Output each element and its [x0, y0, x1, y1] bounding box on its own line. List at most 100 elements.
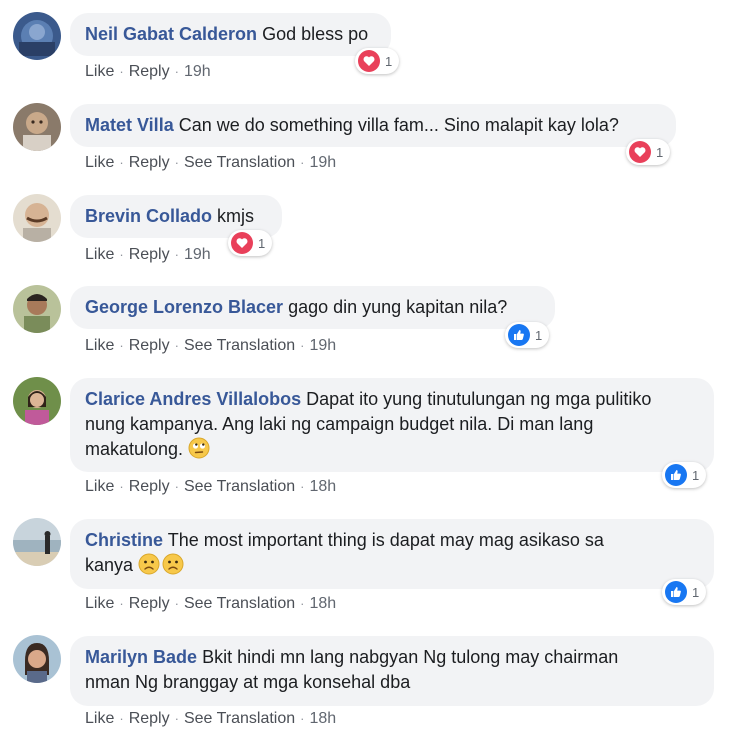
thumbs-up-icon [665, 581, 687, 603]
like-link[interactable]: Like [85, 595, 114, 612]
reply-link[interactable]: Reply [129, 246, 170, 263]
separator-dot: · [174, 64, 179, 79]
author-name[interactable]: Clarice Andres Villalobos [85, 389, 301, 409]
reaction-count[interactable]: 1 [505, 322, 550, 348]
comment-text-line: Bkit hindi mn lang nabgyan Ng tulong may… [202, 647, 619, 667]
comment-actions: Like · Reply · See Translation · 18h [85, 478, 336, 496]
avatar[interactable] [13, 285, 61, 333]
comment-text: God bless po [262, 24, 369, 44]
heart-icon [358, 50, 380, 72]
reply-link[interactable]: Reply [129, 337, 170, 354]
separator-dot: · [119, 479, 124, 494]
separator-dot: · [300, 338, 305, 353]
face-with-rolling-eyes-icon [188, 437, 210, 459]
see-translation-link[interactable]: See Translation [184, 337, 295, 354]
comment-text-line: makatulong. [85, 439, 184, 459]
author-name[interactable]: Matet Villa [85, 115, 174, 135]
author-name[interactable]: Brevin Collado [85, 206, 212, 226]
like-link[interactable]: Like [85, 478, 114, 495]
reaction-count[interactable]: 1 [355, 48, 400, 74]
timestamp[interactable]: 19h [184, 246, 211, 263]
separator-dot: · [300, 155, 305, 170]
comment-text: Can we do something villa fam... Sino ma… [178, 115, 619, 135]
reply-link[interactable]: Reply [129, 478, 170, 495]
separator-dot: · [174, 711, 179, 726]
reply-link[interactable]: Reply [129, 63, 170, 80]
reply-link[interactable]: Reply [129, 154, 170, 171]
comment-actions: Like · Reply · See Translation · 19h [85, 337, 336, 355]
avatar[interactable] [13, 377, 61, 425]
frowning-face-icon [138, 553, 160, 575]
avatar[interactable] [13, 12, 61, 60]
separator-dot: · [174, 479, 179, 494]
separator-dot: · [300, 479, 305, 494]
reaction-count[interactable]: 1 [228, 230, 273, 256]
comment-bubble: Christine The most important thing is da… [70, 519, 714, 589]
comment-text: kmjs [217, 206, 255, 226]
comment-actions: Like · Reply · 19h [85, 63, 211, 81]
comment-text-line: kanya [85, 555, 134, 575]
separator-dot: · [119, 247, 124, 262]
comment-bubble: George Lorenzo Blacer gago din yung kapi… [70, 286, 555, 329]
separator-dot: · [119, 711, 124, 726]
author-name[interactable]: Neil Gabat Calderon [85, 24, 257, 44]
author-name[interactable]: Christine [85, 530, 163, 550]
timestamp[interactable]: 18h [309, 595, 336, 612]
reaction-number: 1 [692, 584, 700, 600]
avatar[interactable] [13, 194, 61, 242]
frowning-face-icon [162, 553, 184, 575]
comment-bubble: Matet Villa Can we do something villa fa… [70, 104, 676, 147]
like-link[interactable]: Like [85, 63, 114, 80]
see-translation-link[interactable]: See Translation [184, 710, 295, 727]
author-name[interactable]: Marilyn Bade [85, 647, 197, 667]
separator-dot: · [300, 711, 305, 726]
comment-text-line: nman Ng branggay at mga konsehal dba [85, 672, 411, 692]
reaction-count[interactable]: 1 [626, 139, 671, 165]
author-name[interactable]: George Lorenzo Blacer [85, 297, 283, 317]
timestamp[interactable]: 19h [184, 63, 211, 80]
reply-link[interactable]: Reply [129, 710, 170, 727]
thumbs-up-icon [665, 464, 687, 486]
avatar[interactable] [13, 103, 61, 151]
separator-dot: · [174, 596, 179, 611]
comment-text: gago din yung kapitan nila? [288, 297, 508, 317]
reaction-number: 1 [692, 467, 700, 483]
avatar[interactable] [13, 518, 61, 566]
separator-dot: · [119, 155, 124, 170]
separator-dot: · [119, 64, 124, 79]
comment-bubble: Clarice Andres Villalobos Dapat ito yung… [70, 378, 714, 472]
avatar[interactable] [13, 635, 61, 683]
reaction-number: 1 [656, 144, 664, 160]
reply-link[interactable]: Reply [129, 595, 170, 612]
comment-actions: Like · Reply · See Translation · 19h [85, 154, 336, 172]
timestamp[interactable]: 19h [309, 154, 336, 171]
see-translation-link[interactable]: See Translation [184, 154, 295, 171]
separator-dot: · [119, 338, 124, 353]
reaction-number: 1 [535, 327, 543, 343]
comment-bubble: Marilyn Bade Bkit hindi mn lang nabgyan … [70, 636, 714, 706]
comment-text-line: The most important thing is dapat may ma… [167, 530, 604, 550]
comment-bubble: Neil Gabat Calderon God bless po [70, 13, 391, 56]
like-link[interactable]: Like [85, 246, 114, 263]
see-translation-link[interactable]: See Translation [184, 595, 295, 612]
separator-dot: · [119, 596, 124, 611]
timestamp[interactable]: 18h [309, 478, 336, 495]
separator-dot: · [174, 247, 179, 262]
separator-dot: · [300, 596, 305, 611]
timestamp[interactable]: 19h [309, 337, 336, 354]
reaction-number: 1 [385, 53, 393, 69]
timestamp[interactable]: 18h [309, 710, 336, 727]
reaction-count[interactable]: 1 [662, 462, 707, 488]
comment-actions: Like · Reply · See Translation · 18h [85, 595, 336, 613]
separator-dot: · [174, 155, 179, 170]
see-translation-link[interactable]: See Translation [184, 478, 295, 495]
comment-text-line: nung kampanya. Ang laki ng campaign budg… [85, 414, 594, 434]
like-link[interactable]: Like [85, 154, 114, 171]
reaction-number: 1 [258, 235, 266, 251]
thumbs-up-icon [508, 324, 530, 346]
reaction-count[interactable]: 1 [662, 579, 707, 605]
like-link[interactable]: Like [85, 710, 114, 727]
heart-icon [231, 232, 253, 254]
like-link[interactable]: Like [85, 337, 114, 354]
separator-dot: · [174, 338, 179, 353]
